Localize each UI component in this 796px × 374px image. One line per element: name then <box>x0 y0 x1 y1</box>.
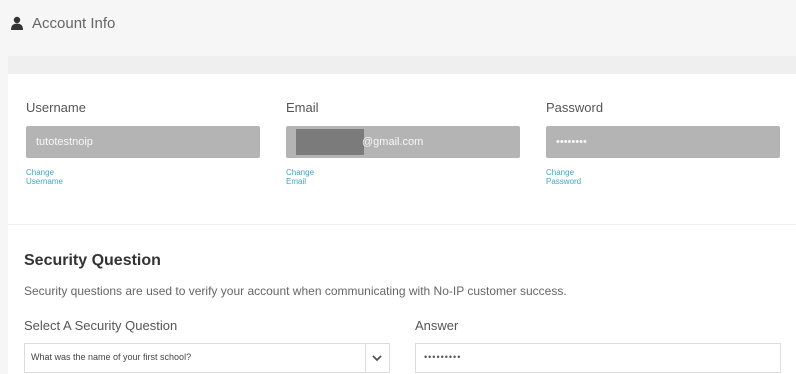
username-value: tutotestnoip <box>36 136 93 148</box>
change-username-link[interactable]: Change Username <box>26 168 86 186</box>
username-field[interactable]: tutotestnoip <box>26 126 260 158</box>
email-label: Email <box>286 100 319 115</box>
security-question-select[interactable]: What was the name of your first school? <box>24 343 390 373</box>
email-section: Email @gmail.com Change Email <box>286 100 520 186</box>
password-value: •••••••• <box>556 136 587 148</box>
answer-value: ••••••••• <box>424 352 462 362</box>
password-label: Password <box>546 100 604 115</box>
change-email-link[interactable]: Change Email <box>286 168 319 186</box>
security-question-description: Security questions are used to verify yo… <box>24 284 567 298</box>
page-header: Account Info <box>10 12 115 34</box>
page-title: Account Info <box>32 14 116 32</box>
account-card: Username tutotestnoip Change Username Em… <box>8 56 796 374</box>
answer-label: Answer <box>415 318 459 333</box>
selected-question: What was the name of your first school? <box>31 352 192 362</box>
section-divider <box>8 224 796 225</box>
answer-input[interactable]: ••••••••• <box>415 343 781 373</box>
card-top-band <box>8 56 796 74</box>
select-question-label: Select A Security Question <box>24 318 178 333</box>
password-field[interactable]: •••••••• <box>546 126 780 158</box>
chevron-down-icon[interactable] <box>370 352 384 364</box>
redaction-mask <box>296 129 364 155</box>
security-question-title: Security Question <box>24 252 161 269</box>
change-password-link[interactable]: Change Password <box>546 168 603 186</box>
email-field[interactable]: @gmail.com <box>286 126 520 158</box>
username-section: Username tutotestnoip Change Username <box>26 100 260 186</box>
username-label: Username <box>26 100 86 115</box>
user-icon <box>11 16 23 30</box>
email-value: @gmail.com <box>362 136 424 148</box>
select-separator <box>365 344 366 372</box>
password-section: Password •••••••• Change Password <box>546 100 780 186</box>
